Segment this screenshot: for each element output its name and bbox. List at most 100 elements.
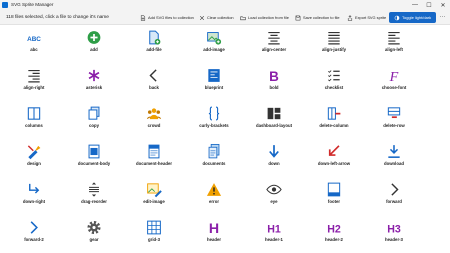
add-file-icon: [140, 14, 146, 21]
sprite-item[interactable]: align-center: [244, 25, 304, 63]
add-icon: [87, 31, 101, 44]
sprite-item[interactable]: error: [184, 177, 244, 215]
drag-reorder-icon: [89, 182, 99, 197]
sprite-item-label: align-right: [23, 85, 45, 90]
sprite-item[interactable]: H1 header-1: [244, 215, 304, 253]
sprite-item-label: down: [268, 161, 280, 166]
save-collection-button[interactable]: Save collection to file: [295, 13, 340, 22]
sprite-item[interactable]: grid-3: [124, 215, 184, 253]
sprite-item[interactable]: delete-row: [364, 101, 424, 139]
sprite-item[interactable]: checklist: [304, 63, 364, 101]
toggle-theme-button[interactable]: Toggle light/dark: [389, 12, 436, 23]
choose-font-icon: F: [389, 69, 399, 84]
sprite-item[interactable]: forward-2: [4, 215, 64, 253]
clear-collection-button[interactable]: Clear collection: [199, 13, 234, 22]
sprite-item[interactable]: download: [364, 139, 424, 177]
sprite-item[interactable]: eye: [244, 177, 304, 215]
dashboard-layout-icon: [265, 105, 283, 122]
sprite-item-label: align-left: [385, 47, 403, 52]
sprite-item[interactable]: align-justify: [304, 25, 364, 63]
header-3-icon: H3: [387, 223, 401, 235]
more-options-button[interactable]: ···: [438, 13, 447, 22]
header-2-icon: H2: [327, 223, 341, 235]
svg-text:B: B: [269, 69, 279, 84]
sprite-item[interactable]: footer: [304, 177, 364, 215]
sprite-item[interactable]: blueprint: [184, 63, 244, 101]
add-svg-files-button[interactable]: Add SVG files to collection: [140, 13, 194, 22]
abc-icon: ABC: [25, 29, 43, 46]
sprite-item[interactable]: asterisk: [64, 63, 124, 101]
design-icon: [27, 145, 41, 160]
sprite-item-label: blueprint: [204, 85, 224, 90]
icon-grid: ABC abc add add-file add-image align-center al…: [0, 25, 450, 253]
sprite-item[interactable]: Bbold: [244, 63, 304, 101]
columns-icon: [27, 107, 41, 120]
forward-2-icon: [25, 219, 43, 236]
sprite-item[interactable]: copy: [64, 101, 124, 139]
sprite-item[interactable]: delete-column: [304, 101, 364, 139]
sprite-item[interactable]: design: [4, 139, 64, 177]
sprite-item[interactable]: down-right: [4, 177, 64, 215]
forward-icon: [391, 183, 399, 196]
sprite-item[interactable]: crowd: [124, 101, 184, 139]
sprite-item[interactable]: H3 header-3: [364, 215, 424, 253]
sprite-item-label: add-image: [203, 47, 225, 52]
sprite-item[interactable]: documents: [184, 139, 244, 177]
down-right-icon: [29, 183, 40, 194]
sprite-item-label: choose-font: [381, 85, 407, 90]
sprite-item-label: add-file: [146, 47, 162, 52]
checklist-icon: [328, 70, 340, 82]
toolbar: 118 files selected, click a file to chan…: [0, 10, 450, 25]
documents-icon: [205, 143, 223, 160]
sprite-item[interactable]: document-header: [124, 139, 184, 177]
load-collection-button[interactable]: Load collection from file: [240, 13, 289, 22]
down-left-arrow-icon: [328, 145, 340, 156]
eye-icon: [266, 184, 282, 195]
sprite-item-label: down-left-arrow: [317, 161, 351, 166]
align-left-icon: [385, 29, 403, 46]
align-justify-icon: [328, 31, 340, 45]
add-svg-files-label: Add SVG files to collection: [148, 15, 194, 20]
align-center-icon: [265, 29, 283, 46]
footer-icon: [325, 181, 343, 198]
header-icon: H: [205, 219, 223, 236]
sprite-item[interactable]: down: [244, 139, 304, 177]
sprite-item[interactable]: align-right: [4, 63, 64, 101]
sprite-item[interactable]: add-file: [124, 25, 184, 63]
export-sprite-button[interactable]: Export SVG sprite: [347, 13, 386, 22]
close-button[interactable]: ✕: [436, 0, 450, 10]
sprite-item[interactable]: curly-brackets: [184, 101, 244, 139]
share-icon: [347, 14, 353, 21]
sprite-item[interactable]: add: [64, 25, 124, 63]
align-left-icon: [388, 31, 400, 45]
sprite-item[interactable]: H2 header-2: [304, 215, 364, 253]
sprite-item[interactable]: ABC abc: [4, 25, 64, 63]
sprite-item[interactable]: columns: [4, 101, 64, 139]
sprite-item[interactable]: drag-reorder: [64, 177, 124, 215]
sprite-item[interactable]: forward: [364, 177, 424, 215]
sprite-item[interactable]: Fchoose-font: [364, 63, 424, 101]
sprite-item[interactable]: Hheader: [184, 215, 244, 253]
sprite-item-label: eye: [270, 199, 278, 204]
sprite-item[interactable]: back: [124, 63, 184, 101]
sprite-item[interactable]: dashboard-layout: [244, 101, 304, 139]
header-icon: H: [209, 221, 219, 236]
align-right-icon: [28, 69, 40, 83]
minimize-button[interactable]: —: [408, 0, 422, 10]
abc-icon: ABC: [27, 36, 41, 43]
sprite-item[interactable]: align-left: [364, 25, 424, 63]
sprite-item-label: bold: [269, 85, 279, 90]
sprite-item[interactable]: add-image: [184, 25, 244, 63]
sprite-item[interactable]: gear: [64, 215, 124, 253]
footer-icon: [327, 182, 341, 197]
sprite-item-label: curly-brackets: [199, 123, 229, 128]
crowd-icon: [146, 108, 162, 120]
sprite-item[interactable]: edit-image: [124, 177, 184, 215]
delete-row-icon: [387, 107, 401, 119]
sprite-item[interactable]: document-body: [64, 139, 124, 177]
header-2-icon: H2: [325, 219, 343, 236]
maximize-button[interactable]: ☐: [422, 0, 436, 10]
sprite-item[interactable]: down-left-arrow: [304, 139, 364, 177]
save-icon: [295, 15, 301, 20]
bold-icon: B: [269, 69, 279, 84]
